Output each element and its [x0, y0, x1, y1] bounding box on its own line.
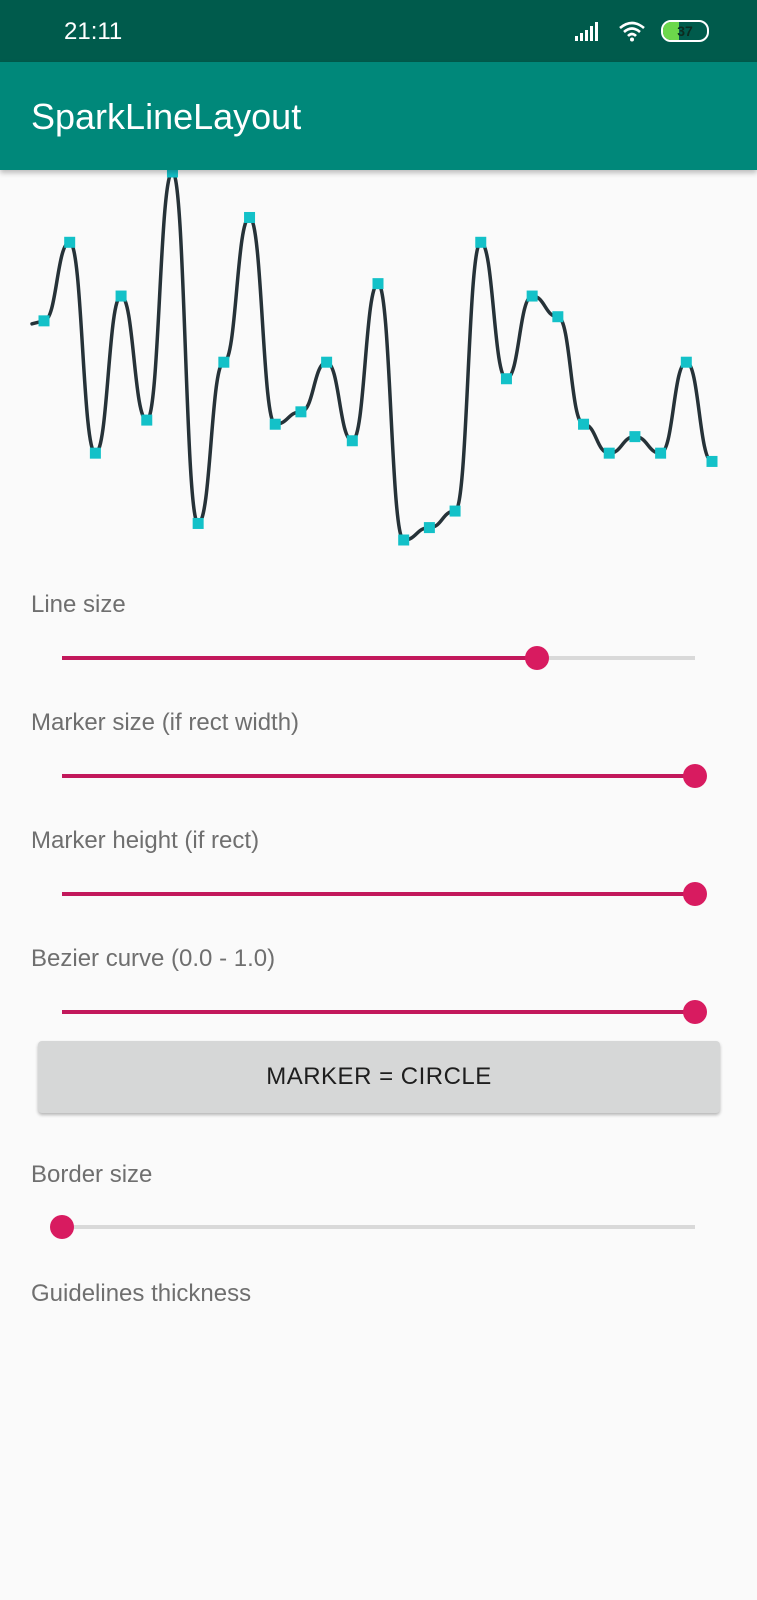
sparkline-marker: [244, 211, 256, 223]
guidelines-thickness-label: Guidelines thickness: [31, 1280, 252, 1307]
slider-thumb[interactable]: [683, 882, 707, 906]
bezier-curve-label: Bezier curve (0.0 - 1.0): [31, 945, 276, 972]
bezier-curve-slider[interactable]: [62, 997, 707, 1027]
border-size-label: Border size: [31, 1161, 153, 1188]
line-size-slider[interactable]: [62, 643, 695, 673]
sparkline-marker: [578, 418, 590, 430]
border-size-slider[interactable]: [50, 1212, 695, 1242]
wifi-icon: [617, 20, 647, 42]
sparkline-marker: [475, 236, 487, 248]
sparkline-marker: [38, 315, 50, 327]
sparkline-marker: [500, 373, 512, 385]
slider-track: [62, 1225, 695, 1229]
sparkline-marker: [449, 505, 461, 517]
sparkline-marker: [552, 311, 564, 323]
slider-thumb[interactable]: [683, 1000, 707, 1024]
sparkline-marker: [423, 522, 435, 534]
sparkline-marker: [141, 414, 153, 426]
signal-icon: [575, 21, 603, 41]
sparkline-marker: [603, 447, 615, 459]
marker-size-label: Marker size (if rect width): [31, 709, 300, 736]
slider-fill: [62, 1010, 695, 1014]
slider-thumb[interactable]: [683, 764, 707, 788]
sparkline-marker: [321, 356, 333, 368]
sparkline-marker: [166, 170, 178, 178]
marker-size-slider[interactable]: [62, 761, 707, 791]
slider-fill: [62, 656, 537, 660]
status-icons: 37: [575, 20, 709, 42]
marker-height-slider[interactable]: [62, 879, 707, 909]
app-title: SparkLineLayout: [31, 96, 302, 137]
status-bar: 21:11 37: [0, 0, 757, 62]
sparkline-marker: [192, 517, 204, 529]
sparkline-marker: [64, 236, 76, 248]
sparkline-marker: [398, 534, 410, 546]
sparkline-marker: [89, 447, 101, 459]
slider-thumb[interactable]: [524, 646, 549, 670]
slider-fill: [62, 774, 695, 778]
battery-icon: 37: [661, 20, 709, 42]
marker-toggle-button[interactable]: MARKER = CIRCLE: [38, 1041, 720, 1113]
sparkline-marker: [346, 435, 358, 447]
sparkline-marker: [680, 356, 692, 368]
line-size-label: Line size: [31, 591, 126, 618]
sparkline-line: [30, 170, 714, 542]
marker-height-label: Marker height (if rect): [31, 827, 260, 854]
sparkline-marker: [655, 447, 667, 459]
sparkline-marker: [115, 290, 127, 302]
sparkline-marker: [295, 406, 307, 418]
status-time: 21:11: [64, 18, 123, 45]
sparkline-marker: [526, 290, 538, 302]
battery-percent: 37: [677, 23, 693, 39]
sparkline-marker: [218, 356, 230, 368]
sparkline-chart: [30, 170, 718, 546]
sparkline-marker: [269, 418, 281, 430]
slider-fill: [62, 892, 695, 896]
sparkline-marker: [706, 455, 718, 467]
sparkline-marker: [629, 431, 641, 443]
sparkline-marker: [372, 278, 384, 290]
slider-thumb[interactable]: [50, 1215, 74, 1239]
app-bar: SparkLineLayout: [0, 62, 757, 170]
